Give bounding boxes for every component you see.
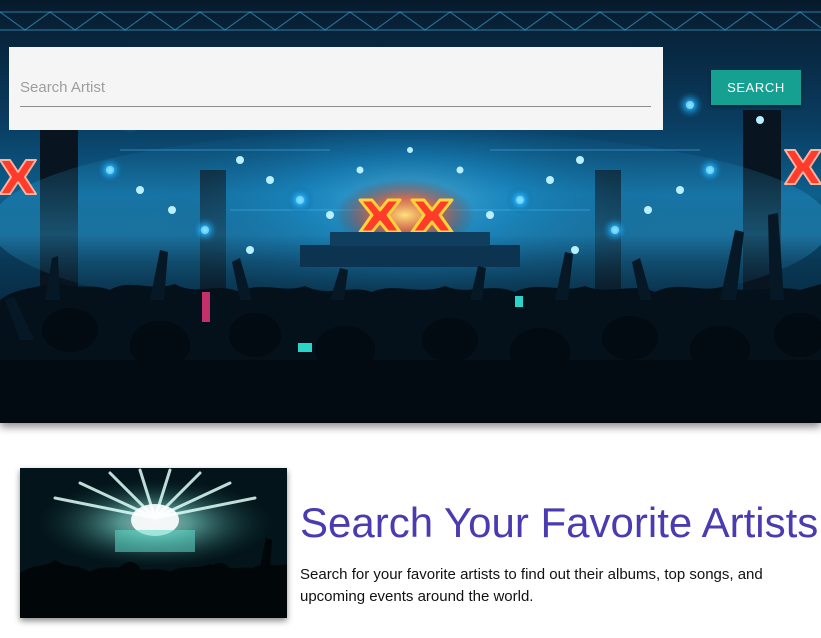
search-button[interactable]: SEARCH	[711, 70, 801, 105]
intro-description: Search for your favorite artists to find…	[300, 566, 763, 605]
search-artist-input[interactable]	[20, 69, 651, 107]
hero-banner: SEARCH	[0, 0, 821, 423]
page-title: Search Your Favorite Artists	[300, 499, 819, 546]
search-panel	[9, 47, 663, 130]
concert-lights-image	[20, 468, 287, 618]
